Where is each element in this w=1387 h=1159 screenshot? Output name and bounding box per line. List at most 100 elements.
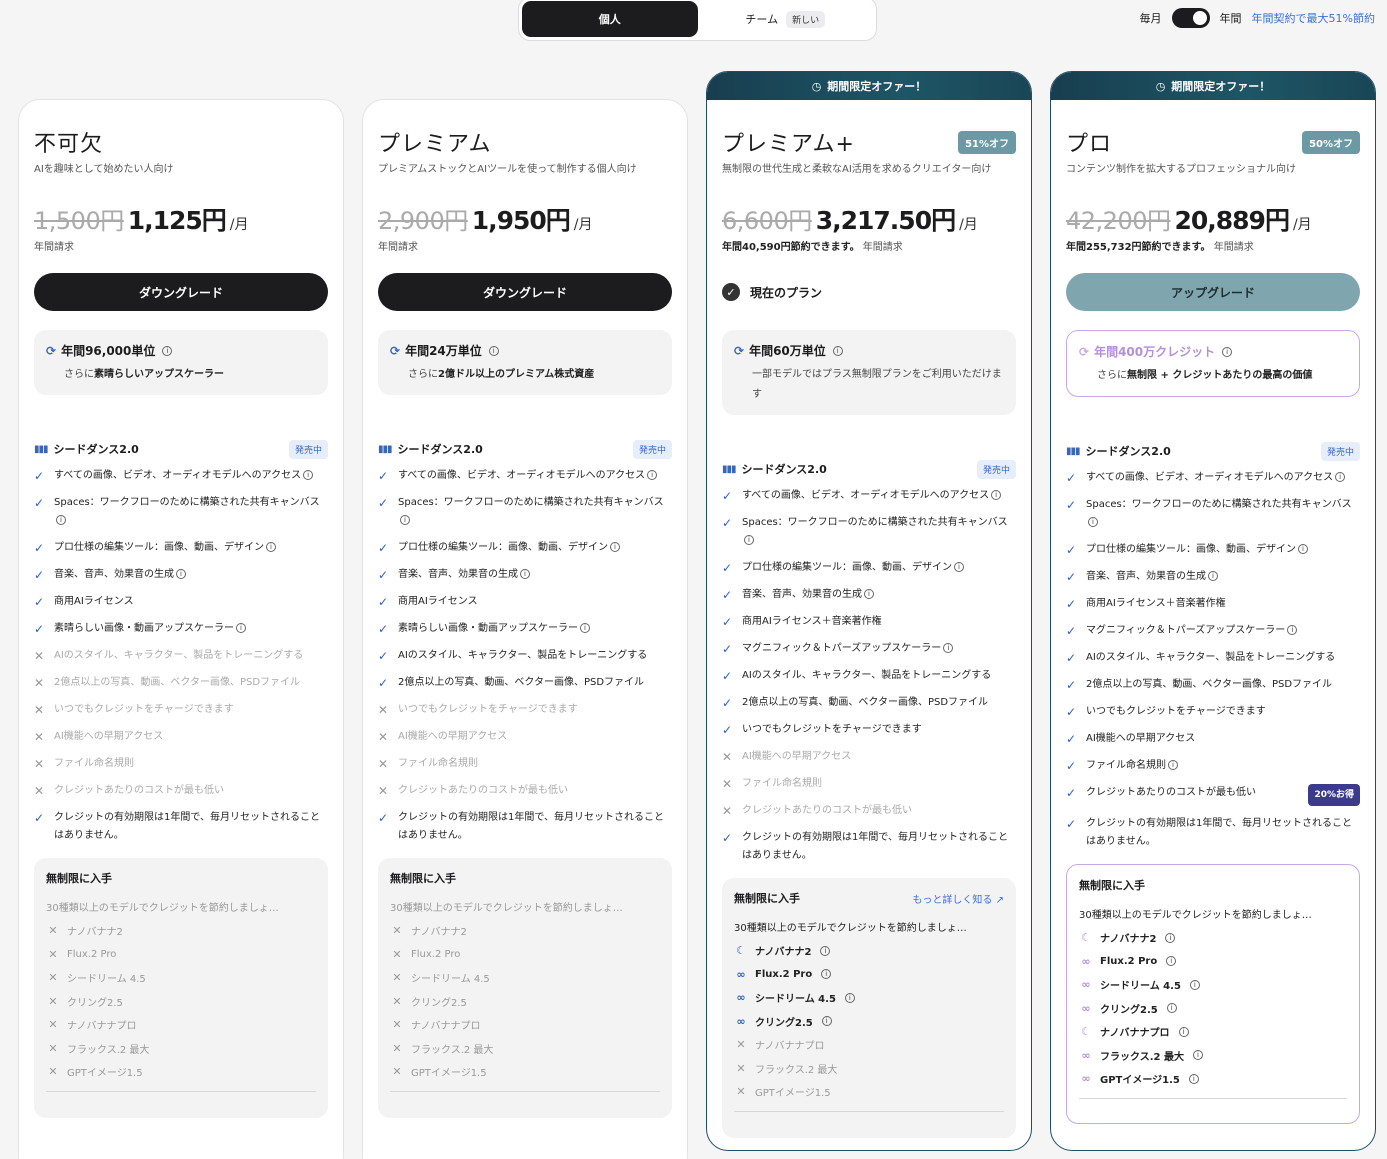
upgrade-button[interactable]: アップグレード [1066,273,1360,311]
info-icon[interactable]: i [954,562,964,572]
info-icon[interactable]: i [1165,932,1176,943]
billing-period-text: 年間請求 [1213,242,1254,253]
unlimited-model-item: ∞ Flux.2 Pro i [734,963,1004,987]
info-icon[interactable]: i [1166,956,1177,967]
downgrade-button[interactable]: ダウングレード [34,273,328,311]
x-icon: ✕ [48,947,58,961]
new-badge: 新しい [786,10,826,28]
info-icon[interactable]: i [991,490,1002,500]
x-icon: ✕ [378,784,389,798]
model-name: ナノバナナプロ [755,1041,825,1053]
info-icon[interactable]: i [1166,1003,1177,1014]
feature-text-wrap: 音楽、音声、効果音の生成 i [1086,568,1360,586]
unlimited-box: 無制限に入手 30種類以上のモデルでクレジットを節約しましょ… ☾ ナノバナナ2 i ∞ F… [1066,864,1360,1124]
info-icon[interactable]: i [580,623,590,633]
model-name: GPTイメージ1.5 [1100,1075,1180,1087]
info-icon[interactable]: i [1189,979,1200,990]
feature-item: ✓ クレジットあたりのコストが最も低い 20%お得 [1066,784,1360,806]
model-name: ナノバナナプロ [67,1021,137,1033]
info-icon[interactable]: i [400,515,410,525]
x-icon: ✕ [392,971,402,985]
credits-title: ⟳ 年間400万クレジット i [1079,343,1347,360]
info-icon[interactable]: i [1192,1050,1203,1061]
feature-text: AI機能への早期アクセス [1086,733,1196,744]
banner-text: 期間限定オファー！ [1171,80,1271,93]
check-icon: ✓ [1066,597,1077,611]
info-icon[interactable]: i [266,542,276,552]
feature-text-wrap: ファイル命名規則 i [1086,757,1360,775]
model-name: ナノバナナプロ [411,1021,481,1033]
info-icon[interactable]: i [488,345,499,356]
info-icon[interactable]: i [610,542,620,552]
feature-item: ✕ AIのスタイル、キャラクター、製品をトレーニングする [34,647,328,665]
unlimited-header: 無制限に入手 [1079,876,1347,894]
info-icon[interactable]: i [647,470,658,480]
check-icon: ✓ [378,649,389,663]
info-icon[interactable]: i [821,1016,832,1027]
info-icon[interactable]: i [1335,472,1346,482]
unlimited-model-item: ✕ フラックス.2 最大 [390,1037,660,1061]
check-icon: ✓ [378,541,389,555]
info-icon[interactable]: i [943,643,954,653]
plan-header: プレミアム+ 51%オフ [722,127,1016,157]
unlimited-description: 30種類以上のモデルでクレジットを節約しましょ… [46,903,279,914]
info-icon[interactable]: i [1168,760,1178,770]
plan-name: 不可欠 [34,132,104,157]
info-icon[interactable]: i [162,345,173,356]
feature-item: ✕ いつでもクレジットをチャージできます [378,701,672,719]
info-icon[interactable]: i [821,969,832,980]
model-name: ナノバナナ2 [411,927,467,939]
feature-text-wrap: Spaces：ワークフローのために構築された共有キャンバス i [1086,496,1360,532]
check-icon: ✓ [722,831,733,845]
info-icon[interactable]: i [1088,517,1098,527]
info-icon[interactable]: i [1178,1026,1189,1037]
unlimited-model-item: ✕ Flux.2 Pro [46,943,316,967]
x-icon: ✕ [392,924,402,938]
feature-item: ✓ すべての画像、ビデオ、オーディオモデルへのアクセス i [1066,469,1360,487]
check-icon: ✓ [34,541,45,555]
learn-more-link[interactable]: もっと詳しく知る ↗ [912,891,1004,906]
banner-text: 期間限定オファー！ [827,80,927,93]
feature-text: Spaces：ワークフローのために構築された共有キャンバス [742,517,1008,528]
info-icon[interactable]: i [1287,625,1298,635]
info-icon[interactable]: i [1298,544,1308,554]
feature-list: ✓ すべての画像、ビデオ、オーディオモデルへのアクセス i ✓ Spaces：ワークフロ… [378,467,672,845]
feature-text: 2億点以上の写真、動画、ベクター画像、PSDファイル [1086,679,1333,690]
feature-text-wrap: 商用AIライセンス [54,593,328,611]
feature-text: クレジットの有効期限は1年間で、毎月リセットされることはありません。 [1086,818,1352,847]
info-icon[interactable]: i [1208,571,1218,581]
info-icon[interactable]: i [520,569,530,579]
info-icon[interactable]: i [820,945,831,956]
feature-item: ✕ 2億点以上の写真、動画、ベクター画像、PSDファイル [34,674,328,692]
info-icon[interactable]: i [176,569,186,579]
feature-text-wrap: いつでもクレジットをチャージできます [54,701,328,719]
toggle-knob [1192,11,1207,25]
billing-period-text: 年間請求 [34,242,74,253]
credits-amount: 年間60万単位 [749,344,826,358]
model-name: Flux.2 Pro [67,948,117,960]
tab-team[interactable]: チーム 新しい [698,1,874,37]
feature-text-wrap: ファイル命名規則 [742,775,1016,793]
info-icon[interactable]: i [236,623,246,633]
info-icon[interactable]: i [1188,1073,1199,1084]
divider [734,1110,1004,1112]
info-icon[interactable]: i [844,992,855,1003]
check-icon: ✓ [34,568,45,582]
feature-text: いつでもクレジットをチャージできます [1086,706,1266,717]
info-icon[interactable]: i [832,345,843,356]
feature-text: プロ仕様の編集ツール：画像、動画、デザイン [742,562,952,573]
feature-item: ✕ ファイル命名規則 [34,755,328,773]
feature-item: ✓ AI機能への早期アクセス [1066,730,1360,748]
unlimited-model-list: ✕ ナノバナナ2 ✕ Flux.2 Pro ✕ シードリーム 4.5 ✕ クリング2.5 ✕ ナノ… [390,919,660,1084]
plan-tagline: 無制限の世代生成と柔軟なAI活用を求めるクリエイター向け [722,164,992,175]
info-icon[interactable]: i [744,535,754,545]
info-icon[interactable]: i [56,515,66,525]
tab-individual[interactable]: 個人 [522,1,698,37]
feature-text-wrap: クレジットあたりのコストが最も低い [398,782,672,800]
price-row: 1,500円 1,125円/月 [34,201,328,235]
info-icon[interactable]: i [864,589,874,599]
billing-toggle[interactable] [1171,8,1210,28]
info-icon[interactable]: i [1222,346,1233,357]
downgrade-button[interactable]: ダウングレード [378,273,672,311]
info-icon[interactable]: i [303,470,314,480]
